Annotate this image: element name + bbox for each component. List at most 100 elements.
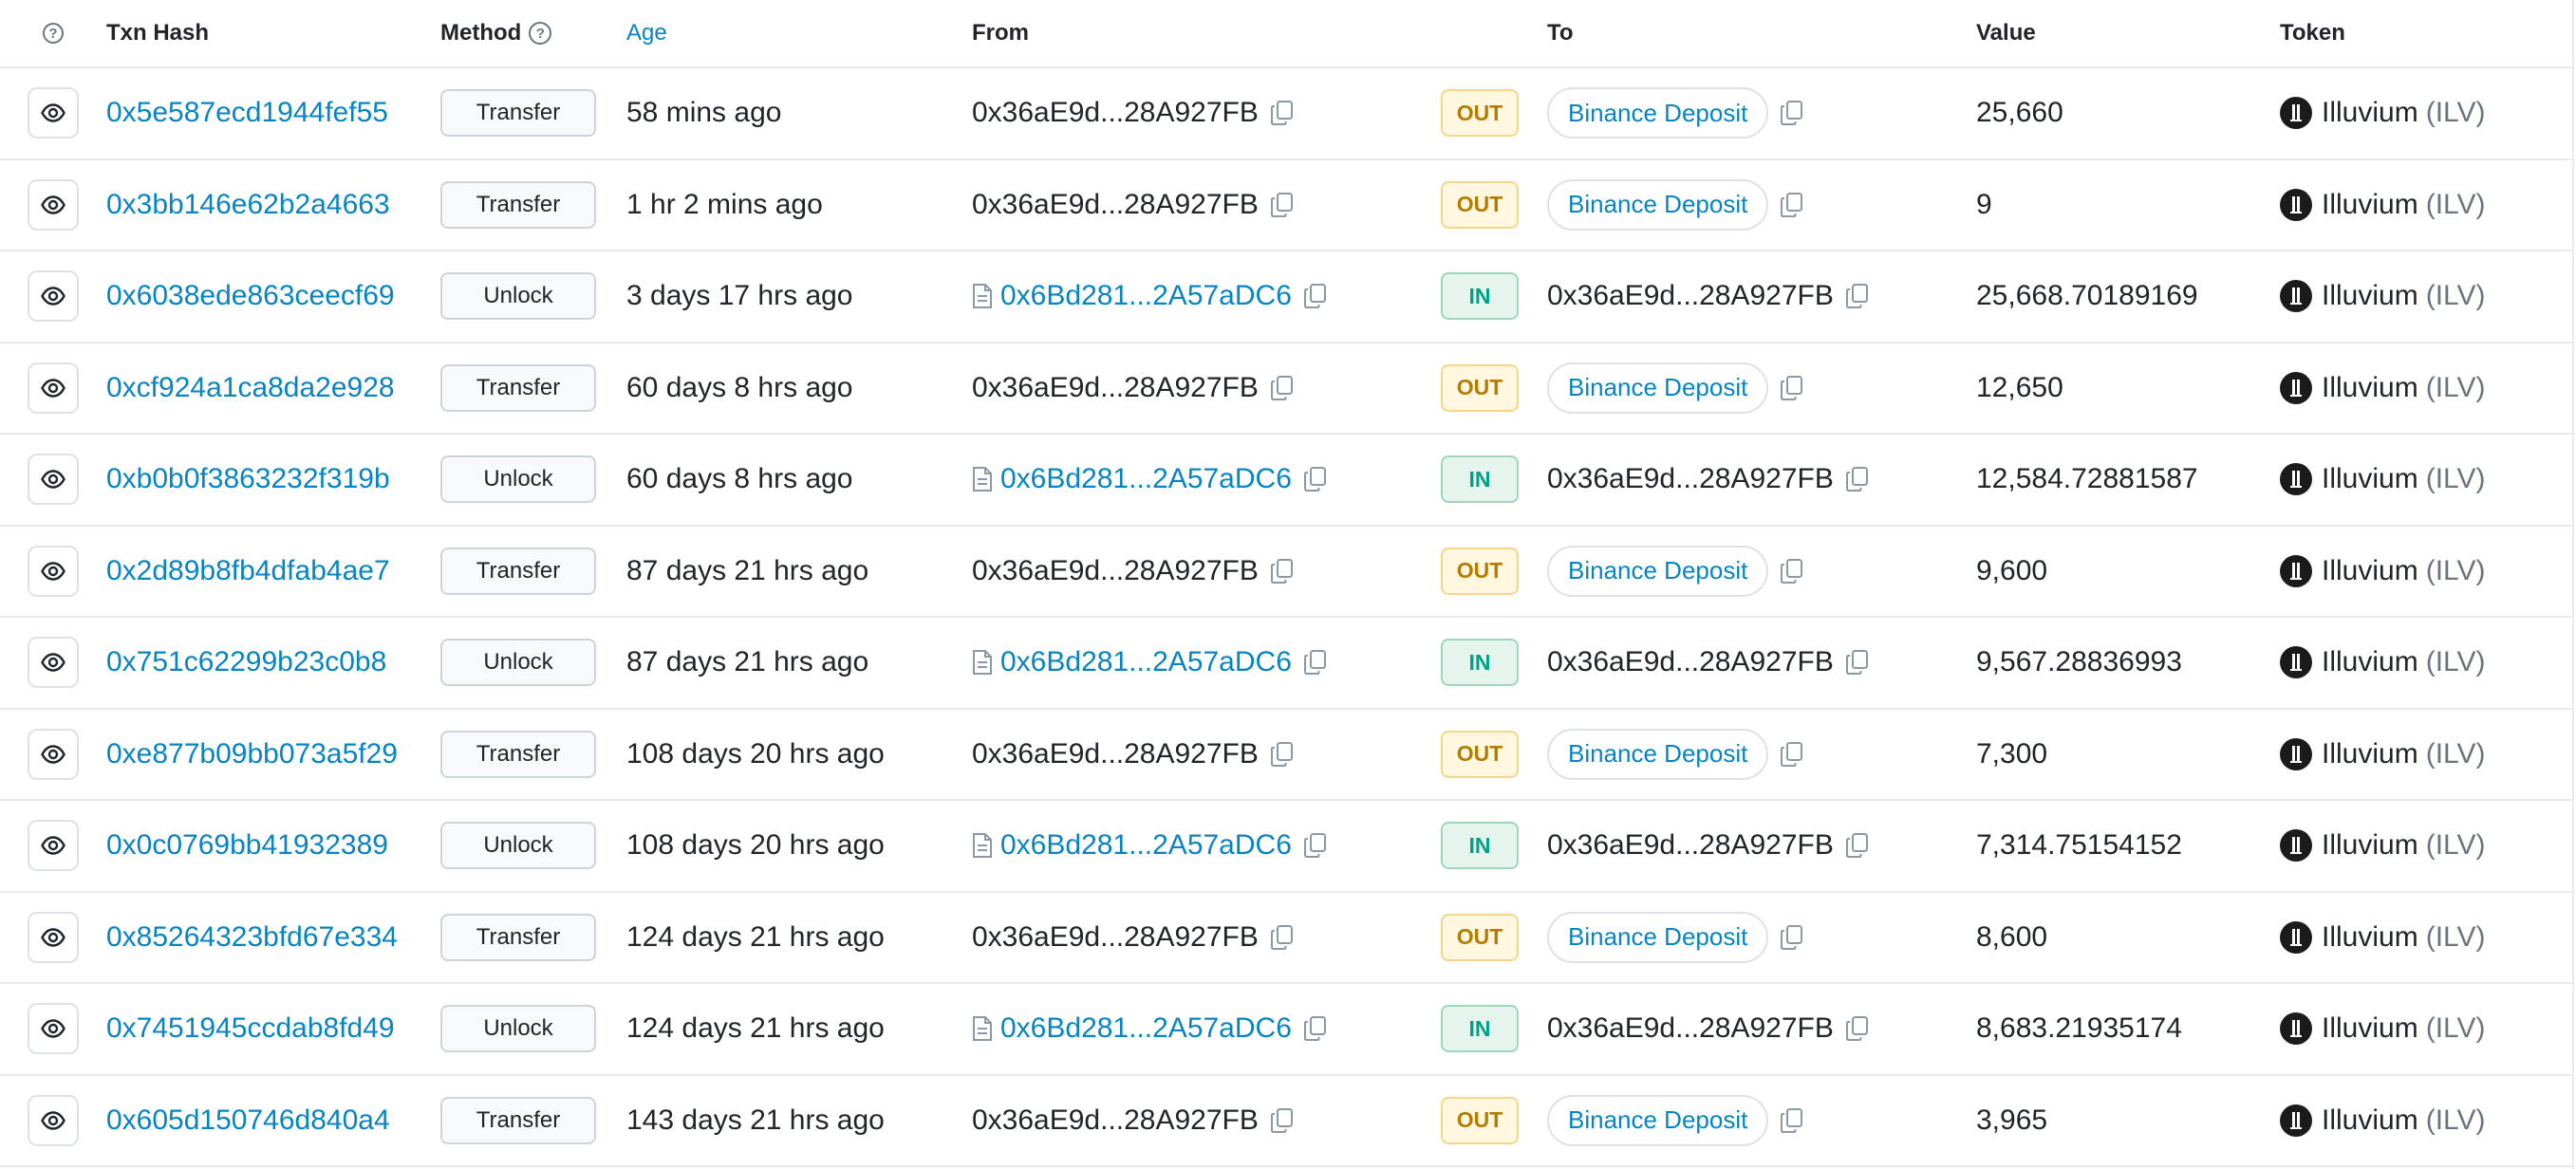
to-name-tag[interactable]: Binance Deposit: [1547, 87, 1769, 139]
eye-icon[interactable]: [28, 728, 79, 780]
token-name[interactable]: Illuvium: [2322, 463, 2418, 495]
copy-icon[interactable]: [1270, 375, 1295, 401]
to-address[interactable]: 0x36aE9d...28A927FB: [1547, 646, 1834, 678]
to-address[interactable]: 0x36aE9d...28A927FB: [1547, 280, 1834, 312]
txn-hash-link[interactable]: 0xe877b09bb073a5f29: [106, 738, 398, 770]
copy-icon[interactable]: [1845, 649, 1870, 676]
eye-icon[interactable]: [28, 637, 79, 689]
txn-hash-link[interactable]: 0x85264323bfd67e334: [106, 921, 398, 954]
token-cell[interactable]: Illuvium (ILV): [2280, 371, 2572, 404]
header-age-toggle[interactable]: Age: [626, 20, 667, 46]
from-address[interactable]: 0x36aE9d...28A927FB: [972, 921, 1259, 954]
token-name[interactable]: Illuvium: [2322, 921, 2418, 954]
copy-icon[interactable]: [1303, 283, 1328, 309]
txn-hash-link[interactable]: 0xb0b0f3863232f319b: [106, 463, 390, 495]
method-help-icon[interactable]: ?: [529, 22, 552, 45]
txn-hash-link[interactable]: 0x2d89b8fb4dfab4ae7: [106, 555, 390, 587]
copy-icon[interactable]: [1845, 1015, 1870, 1042]
eye-icon[interactable]: [28, 362, 79, 414]
to-address[interactable]: 0x36aE9d...28A927FB: [1547, 463, 1834, 495]
eye-icon[interactable]: [28, 1003, 79, 1055]
copy-icon[interactable]: [1270, 924, 1295, 951]
copy-icon[interactable]: [1270, 1107, 1295, 1134]
copy-icon[interactable]: [1845, 832, 1870, 859]
from-address-link[interactable]: 0x6Bd281...2A57aDC6: [1000, 829, 1292, 862]
copy-icon[interactable]: [1780, 192, 1804, 218]
copy-icon[interactable]: [1780, 741, 1804, 768]
token-cell[interactable]: Illuvium (ILV): [2280, 554, 2572, 587]
token-cell[interactable]: Illuvium (ILV): [2280, 920, 2572, 954]
eye-icon[interactable]: [28, 911, 79, 963]
copy-icon[interactable]: [1780, 924, 1804, 951]
token-name[interactable]: Illuvium: [2322, 646, 2418, 678]
token-cell[interactable]: Illuvium (ILV): [2280, 188, 2572, 221]
from-address-link[interactable]: 0x6Bd281...2A57aDC6: [1000, 1012, 1292, 1045]
token-cell[interactable]: Illuvium (ILV): [2280, 463, 2572, 496]
copy-icon[interactable]: [1780, 100, 1804, 126]
to-name-tag[interactable]: Binance Deposit: [1547, 178, 1769, 231]
copy-icon[interactable]: [1303, 466, 1328, 492]
token-cell[interactable]: Illuvium (ILV): [2280, 97, 2572, 130]
token-name[interactable]: Illuvium: [2322, 189, 2418, 221]
from-address[interactable]: 0x36aE9d...28A927FB: [972, 555, 1259, 587]
token-name[interactable]: Illuvium: [2322, 1012, 2418, 1045]
copy-icon[interactable]: [1780, 375, 1804, 401]
txn-hash-link[interactable]: 0x6038ede863ceecf69: [106, 280, 395, 312]
eye-icon[interactable]: [28, 1094, 79, 1146]
token-name[interactable]: Illuvium: [2322, 280, 2418, 312]
to-name-tag[interactable]: Binance Deposit: [1547, 911, 1769, 963]
token-name[interactable]: Illuvium: [2322, 555, 2418, 587]
copy-icon[interactable]: [1270, 741, 1295, 768]
to-address[interactable]: 0x36aE9d...28A927FB: [1547, 829, 1834, 862]
to-name-tag[interactable]: Binance Deposit: [1547, 545, 1769, 597]
header-age[interactable]: Age: [626, 20, 972, 46]
token-cell[interactable]: Illuvium (ILV): [2280, 1012, 2572, 1046]
from-address-link[interactable]: 0x6Bd281...2A57aDC6: [1000, 646, 1292, 678]
copy-icon[interactable]: [1780, 558, 1804, 584]
copy-icon[interactable]: [1303, 649, 1328, 676]
copy-icon[interactable]: [1270, 558, 1295, 584]
eye-icon[interactable]: [28, 545, 79, 597]
copy-icon[interactable]: [1845, 466, 1870, 492]
to-name-tag[interactable]: Binance Deposit: [1547, 1094, 1769, 1146]
from-address[interactable]: 0x36aE9d...28A927FB: [972, 189, 1259, 221]
eye-icon[interactable]: [28, 820, 79, 872]
token-name[interactable]: Illuvium: [2322, 97, 2418, 129]
to-name-tag[interactable]: Binance Deposit: [1547, 362, 1769, 414]
token-cell[interactable]: Illuvium (ILV): [2280, 829, 2572, 863]
question-circle-icon[interactable]: ?: [43, 23, 64, 44]
txn-hash-link[interactable]: 0x751c62299b23c0b8: [106, 646, 386, 678]
token-cell[interactable]: Illuvium (ILV): [2280, 1104, 2572, 1137]
txn-hash-link[interactable]: 0xcf924a1ca8da2e928: [106, 372, 395, 404]
from-address-link[interactable]: 0x6Bd281...2A57aDC6: [1000, 463, 1292, 495]
eye-icon[interactable]: [28, 87, 79, 139]
token-name[interactable]: Illuvium: [2322, 829, 2418, 862]
eye-icon[interactable]: [28, 454, 79, 506]
from-address[interactable]: 0x36aE9d...28A927FB: [972, 97, 1259, 129]
eye-icon[interactable]: [28, 270, 79, 323]
from-address[interactable]: 0x36aE9d...28A927FB: [972, 372, 1259, 404]
token-name[interactable]: Illuvium: [2322, 738, 2418, 770]
txn-hash-link[interactable]: 0x5e587ecd1944fef55: [106, 97, 388, 129]
txn-hash-link[interactable]: 0x0c0769bb41932389: [106, 829, 388, 862]
from-address-link[interactable]: 0x6Bd281...2A57aDC6: [1000, 280, 1292, 312]
to-name-tag[interactable]: Binance Deposit: [1547, 728, 1769, 780]
token-name[interactable]: Illuvium: [2322, 372, 2418, 404]
copy-icon[interactable]: [1845, 283, 1870, 309]
copy-icon[interactable]: [1270, 192, 1295, 218]
copy-icon[interactable]: [1303, 832, 1328, 859]
copy-icon[interactable]: [1303, 1015, 1328, 1042]
token-cell[interactable]: Illuvium (ILV): [2280, 737, 2572, 770]
eye-icon[interactable]: [28, 178, 79, 231]
token-name[interactable]: Illuvium: [2322, 1104, 2418, 1137]
from-address[interactable]: 0x36aE9d...28A927FB: [972, 738, 1259, 770]
txn-hash-link[interactable]: 0x7451945ccdab8fd49: [106, 1012, 395, 1045]
txn-hash-link[interactable]: 0x605d150746d840a4: [106, 1104, 390, 1137]
to-address[interactable]: 0x36aE9d...28A927FB: [1547, 1012, 1834, 1045]
copy-icon[interactable]: [1780, 1107, 1804, 1134]
token-cell[interactable]: Illuvium (ILV): [2280, 280, 2572, 313]
copy-icon[interactable]: [1270, 100, 1295, 126]
from-address[interactable]: 0x36aE9d...28A927FB: [972, 1104, 1259, 1137]
token-cell[interactable]: Illuvium (ILV): [2280, 646, 2572, 679]
txn-hash-link[interactable]: 0x3bb146e62b2a4663: [106, 189, 390, 221]
